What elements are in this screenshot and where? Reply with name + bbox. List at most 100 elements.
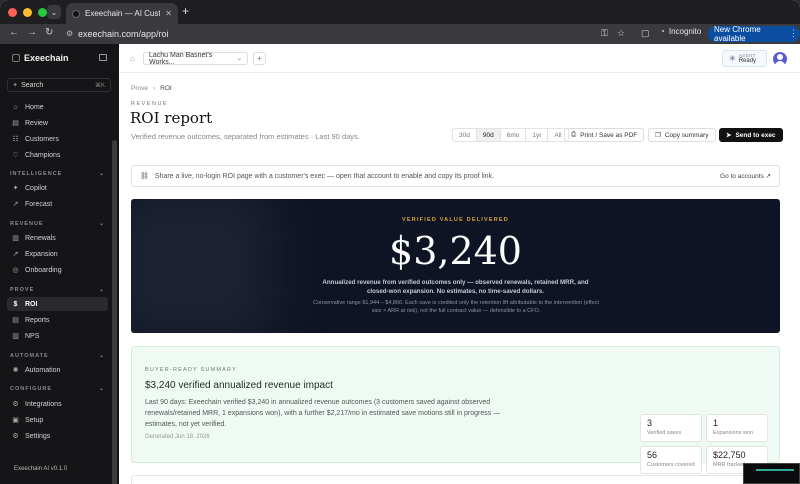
address-bar[interactable]: ⚙ exeechain.com/app/roi xyxy=(62,26,650,42)
add-workspace-button[interactable]: + xyxy=(253,52,266,65)
sidebar-item-nps[interactable]: ▥ NPS xyxy=(7,329,108,343)
site-info-icon[interactable]: ⚙ xyxy=(66,29,73,38)
trend-icon: ↗ xyxy=(12,201,19,208)
favicon-icon xyxy=(72,9,80,18)
update-chrome-button[interactable]: New Chrome available xyxy=(708,25,800,43)
workspace-home-icon[interactable]: ⌂ xyxy=(130,54,135,63)
sidebar-item-copilot[interactable]: ✦ Copilot xyxy=(7,181,108,195)
section-label: CONFIGURE xyxy=(10,386,52,392)
section-revenue[interactable]: REVENUE ⌄ xyxy=(10,221,105,227)
chevron-down-icon: ⌄ xyxy=(98,221,105,227)
stat-customers-covered: 56 Customers covered xyxy=(640,446,702,474)
sidebar-item-onboarding[interactable]: ◎ Onboarding xyxy=(7,263,108,277)
bar-chart-icon: ▥ xyxy=(12,333,19,340)
sidebar-item-reports[interactable]: ▤ Reports xyxy=(7,313,108,327)
stat-value: 3 xyxy=(647,418,653,428)
send-to-exec-button[interactable]: ➤ Send to exec xyxy=(719,128,783,142)
print-button[interactable]: ⎙ Print / Save as PDF xyxy=(564,128,645,142)
page-subtitle: Verified revenue outcomes, separated fro… xyxy=(131,132,360,141)
dollar-icon: $ xyxy=(13,300,18,308)
avatar[interactable] xyxy=(773,52,787,66)
back-icon[interactable]: ← xyxy=(9,27,19,38)
next-card xyxy=(131,475,780,484)
sidebar-item-label: Onboarding xyxy=(25,266,62,274)
tab-search-icon[interactable]: ⌄ xyxy=(47,5,61,19)
reload-icon[interactable]: ↻ xyxy=(45,27,53,38)
close-window-button[interactable] xyxy=(8,8,17,17)
range-6mo[interactable]: 6mo xyxy=(501,129,527,141)
screen-thumbnail[interactable] xyxy=(743,463,800,484)
sidebar-item-review[interactable]: ▤ Review xyxy=(7,116,108,130)
section-label: REVENUE xyxy=(10,221,44,227)
copy-summary-button[interactable]: ❐ Copy summary xyxy=(648,128,716,142)
brand-icon xyxy=(12,54,20,62)
close-tab-icon[interactable]: ✕ xyxy=(165,9,172,18)
extensions-icon[interactable]: ▢ xyxy=(641,28,650,39)
section-label: INTELLIGENCE xyxy=(10,171,63,177)
summary-date: Generated Jun 18, 2026 xyxy=(145,434,210,440)
new-tab-icon[interactable]: + xyxy=(182,4,189,18)
sidebar-item-label: Automation xyxy=(25,366,61,374)
workspace-name: Lachu Man Basnet's Works... xyxy=(149,51,213,66)
range-1yr[interactable]: 1yr xyxy=(526,129,549,141)
sidebar-item-setup[interactable]: ▣ Setup xyxy=(7,413,108,427)
bookmark-star-icon[interactable]: ☆ xyxy=(617,28,625,39)
zoom-window-button[interactable] xyxy=(38,8,47,17)
section-intelligence[interactable]: INTELLIGENCE ⌄ xyxy=(10,171,105,177)
link-icon: ⛓ xyxy=(140,173,149,180)
page-title: ROI report xyxy=(130,109,213,127)
sidebar-item-label: Integrations xyxy=(25,400,62,408)
sidebar-item-label: Expansion xyxy=(25,250,58,258)
sidebar-item-expansion[interactable]: ↗ Expansion xyxy=(7,247,108,261)
sidebar-item-home[interactable]: ⌂ Home xyxy=(7,100,108,114)
main-content: ⌂ Lachu Man Basnet's Works... ⌄ + ✳ AGEN… xyxy=(119,44,800,484)
range-90d[interactable]: 90d xyxy=(476,129,501,141)
hero-description: Annualized revenue from verified outcome… xyxy=(322,279,589,295)
target-icon: ◎ xyxy=(12,267,19,274)
breadcrumb-root[interactable]: Prove xyxy=(131,85,148,92)
stat-value: 1 xyxy=(713,418,719,428)
brand-logo[interactable]: Exeechain xyxy=(12,53,69,63)
minimize-window-button[interactable] xyxy=(23,8,32,17)
range-selector: 30d 90d 6mo 1yr All xyxy=(452,128,569,142)
url-text: exeechain.com/app/roi xyxy=(78,29,169,39)
window-controls xyxy=(8,8,47,17)
breadcrumb: Prove › ROI xyxy=(131,85,172,92)
browser-toolbar: ← → ↻ ⚙ exeechain.com/app/roi ⚿ ☆ ▢ ◔ In… xyxy=(0,24,800,44)
sidebar-item-settings[interactable]: ⚙ Settings xyxy=(7,429,108,443)
go-to-accounts-link[interactable]: Go to accounts ↗ xyxy=(720,172,771,180)
incognito-indicator[interactable]: ◔ Incognito xyxy=(660,27,701,36)
sidebar-item-customers[interactable]: ☷ Customers xyxy=(7,132,108,146)
sidebar-item-renewals[interactable]: ▥ Renewals xyxy=(7,231,108,245)
stat-label: Customers covered xyxy=(647,462,695,468)
search-button[interactable]: + Search ⌘K xyxy=(7,78,111,92)
calendar-icon: ▥ xyxy=(12,235,19,242)
sidebar-item-forecast[interactable]: ↗ Forecast xyxy=(7,197,108,211)
workspace-selector[interactable]: Lachu Man Basnet's Works... ⌄ xyxy=(143,51,248,66)
stat-value: 56 xyxy=(647,450,658,460)
sidebar-item-champions[interactable]: ♡ Champions xyxy=(7,148,108,162)
sidebar-scrollbar[interactable] xyxy=(112,140,117,484)
sidebar-item-label: Copilot xyxy=(25,184,47,192)
verified-value-card: VERIFIED VALUE DELIVERED $3,240 Annualiz… xyxy=(131,199,780,333)
incognito-icon: ◔ xyxy=(660,27,665,36)
key-icon[interactable]: ⚿ xyxy=(601,28,608,39)
section-prove[interactable]: PROVE ⌄ xyxy=(10,287,105,293)
search-label: Search xyxy=(21,81,44,89)
section-configure[interactable]: CONFIGURE ⌄ xyxy=(10,386,105,392)
summary-title: $3,240 verified annualized revenue impac… xyxy=(145,380,333,391)
section-automate[interactable]: AUTOMATE ⌄ xyxy=(10,353,105,359)
forward-icon[interactable]: → xyxy=(27,27,37,38)
sidebar-item-label: Reports xyxy=(25,316,50,324)
plus-icon: + xyxy=(13,81,18,89)
sidebar-item-automation[interactable]: ✺ Automation xyxy=(7,363,108,377)
browser-tab[interactable]: Exeechain — AI Customer Su... ✕ xyxy=(66,3,178,24)
agent-status: Ready xyxy=(738,58,757,64)
sidebar-item-integrations[interactable]: ⚙ Integrations xyxy=(7,397,108,411)
browser-menu-icon[interactable]: ⋮ xyxy=(789,28,798,39)
agent-status-button[interactable]: ✳ AGENT Ready xyxy=(722,50,767,67)
sidebar-item-roi[interactable]: $ ROI xyxy=(7,297,108,311)
range-30d[interactable]: 30d xyxy=(453,129,477,141)
collapse-sidebar-icon[interactable] xyxy=(99,54,107,61)
summary-body: Last 90 days: Exeechain verified $3,240 … xyxy=(145,399,501,428)
